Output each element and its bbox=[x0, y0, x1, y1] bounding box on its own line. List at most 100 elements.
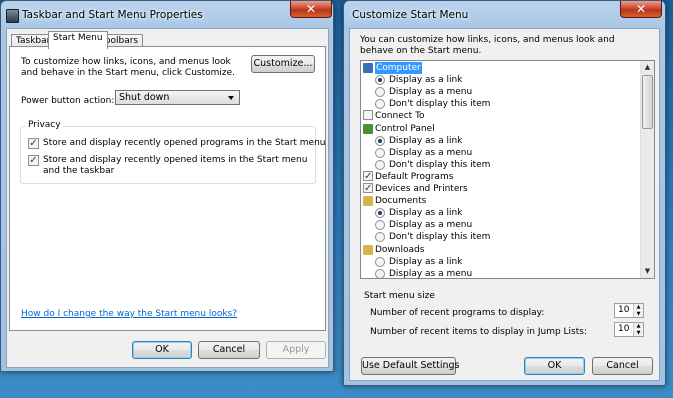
list-item-label: Downloads bbox=[375, 244, 425, 255]
start-menu-size-title: Start menu size bbox=[364, 291, 435, 301]
recent-items-value: 10 bbox=[618, 324, 630, 334]
radio-label: Don't display this item bbox=[389, 159, 491, 170]
vertical-scrollbar[interactable]: ▲ ▼ bbox=[640, 61, 654, 278]
customize-start-menu-window: Customize Start Menu ✕ You can customize… bbox=[343, 0, 666, 386]
radio-button[interactable] bbox=[375, 256, 385, 267]
store-programs-checkbox[interactable]: ✓ bbox=[28, 138, 39, 149]
radio-label: Don't display this item bbox=[389, 99, 491, 110]
checkbox-label: Default Programs bbox=[375, 171, 454, 182]
store-items-label: Store and display recently opened items … bbox=[43, 155, 308, 176]
taskbar-properties-window: Taskbar and Start Menu Properties ✕ Task… bbox=[0, 0, 334, 372]
radio-button[interactable] bbox=[375, 208, 385, 219]
ok-button[interactable]: OK bbox=[524, 357, 585, 375]
radio-button[interactable] bbox=[375, 159, 385, 170]
radio-button[interactable] bbox=[375, 135, 385, 146]
use-default-settings-button[interactable]: Use Default Settings bbox=[361, 357, 459, 375]
list-item-radio[interactable]: Display as a link bbox=[361, 256, 639, 268]
apply-button[interactable]: Apply bbox=[266, 341, 326, 359]
stepper-down-icon[interactable]: ▼ bbox=[633, 311, 643, 317]
radio-label: Display as a menu bbox=[389, 87, 473, 98]
list-item-radio[interactable]: Display as a menu bbox=[361, 268, 639, 279]
start-menu-items-list[interactable]: Computer Display as a link Display as a me… bbox=[360, 60, 655, 279]
radio-label: Don't display this item bbox=[389, 232, 491, 243]
radio-button[interactable] bbox=[375, 268, 385, 278]
scroll-down-icon[interactable]: ▼ bbox=[641, 265, 654, 278]
radio-label: Display as a link bbox=[389, 256, 463, 267]
scroll-up-icon[interactable]: ▲ bbox=[641, 61, 654, 74]
radio-label: Display as a link bbox=[389, 208, 463, 219]
checkbox[interactable]: ✓ bbox=[363, 183, 373, 194]
control-panel-icon bbox=[363, 123, 373, 134]
list-item-radio[interactable]: Display as a link bbox=[361, 74, 639, 86]
power-button-value: Shut down bbox=[119, 92, 170, 103]
radio-label: Display as a link bbox=[389, 135, 463, 146]
radio-label: Display as a menu bbox=[389, 147, 473, 158]
cancel-button[interactable]: Cancel bbox=[592, 357, 653, 375]
list-item-label: Control Panel bbox=[375, 123, 435, 134]
list-item-header[interactable]: Downloads bbox=[361, 244, 639, 256]
stepper-down-icon[interactable]: ▼ bbox=[633, 330, 643, 336]
close-button[interactable]: ✕ bbox=[290, 1, 332, 18]
power-button-label: Power button action: bbox=[21, 96, 115, 106]
radio-button[interactable] bbox=[375, 147, 385, 158]
privacy-group: Privacy ✓ Store and display recently ope… bbox=[20, 120, 326, 184]
power-button-select[interactable]: Shut down bbox=[115, 90, 240, 105]
window-title: Customize Start Menu bbox=[352, 9, 469, 21]
cancel-button[interactable]: Cancel bbox=[198, 341, 260, 359]
tab-start-menu[interactable]: Start Menu bbox=[48, 31, 108, 49]
radio-button[interactable] bbox=[375, 232, 385, 243]
start-menu-tab-panel: To customize how links, icons, and menus… bbox=[9, 46, 326, 331]
checkbox[interactable] bbox=[363, 110, 373, 121]
checkbox-label: Connect To bbox=[375, 111, 425, 122]
list-item-checkbox[interactable]: ✓ Default Programs bbox=[361, 170, 639, 183]
customize-button[interactable]: Customize... bbox=[251, 55, 315, 73]
radio-label: Display as a link bbox=[389, 75, 463, 86]
chevron-down-icon bbox=[228, 96, 234, 100]
list-item-radio[interactable]: Display as a link bbox=[361, 207, 639, 219]
checkbox[interactable]: ✓ bbox=[363, 170, 373, 181]
radio-label: Display as a menu bbox=[389, 268, 473, 279]
radio-button[interactable] bbox=[375, 99, 385, 110]
title-bar[interactable]: Taskbar and Start Menu Properties ✕ bbox=[1, 1, 333, 29]
close-button[interactable]: ✕ bbox=[620, 1, 662, 18]
recent-programs-value: 10 bbox=[618, 305, 630, 315]
privacy-group-title: Privacy bbox=[26, 120, 63, 130]
store-programs-label: Store and display recently opened progra… bbox=[43, 138, 326, 148]
radio-button[interactable] bbox=[375, 220, 385, 231]
list-item-radio[interactable]: Display as a menu bbox=[361, 86, 639, 98]
list-item-header[interactable]: Control Panel bbox=[361, 123, 639, 135]
recent-items-stepper[interactable]: 10 ▲ ▼ bbox=[614, 322, 644, 337]
documents-icon bbox=[363, 196, 373, 207]
radio-button[interactable] bbox=[375, 87, 385, 98]
list-item-radio[interactable]: Display as a menu bbox=[361, 147, 639, 159]
recent-programs-stepper[interactable]: 10 ▲ ▼ bbox=[614, 303, 644, 318]
list-item-radio[interactable]: Don't display this item bbox=[361, 231, 639, 243]
downloads-icon bbox=[363, 244, 373, 255]
customize-description: To customize how links, icons, and menus… bbox=[21, 57, 236, 78]
list-item-label: Documents bbox=[375, 196, 427, 207]
title-bar[interactable]: Customize Start Menu ✕ bbox=[344, 1, 665, 29]
checkbox-label: Devices and Printers bbox=[375, 184, 468, 194]
list-item-radio[interactable]: Don't display this item bbox=[361, 159, 639, 171]
stepper-up-icon[interactable]: ▲ bbox=[633, 304, 643, 310]
stepper-up-icon[interactable]: ▲ bbox=[633, 323, 643, 329]
computer-icon bbox=[363, 63, 373, 73]
recent-items-label: Number of recent items to display in Jum… bbox=[370, 327, 587, 337]
recent-programs-label: Number of recent programs to display: bbox=[370, 308, 545, 318]
list-item-radio[interactable]: Display as a menu bbox=[361, 219, 639, 231]
list-item-checkbox[interactable]: Connect To bbox=[361, 110, 639, 122]
store-items-checkbox[interactable]: ✓ bbox=[28, 155, 39, 166]
taskbar-app-icon bbox=[6, 9, 19, 23]
intro-text: You can customize how links, icons, and … bbox=[360, 35, 615, 56]
list-item-radio[interactable]: Don't display this item bbox=[361, 98, 639, 110]
ok-button[interactable]: OK bbox=[132, 341, 192, 359]
radio-label: Display as a menu bbox=[389, 220, 473, 231]
list-item-header[interactable]: Computer bbox=[361, 62, 639, 74]
list-item-checkbox[interactable]: ✓ Devices and Printers bbox=[361, 183, 639, 195]
list-item-radio[interactable]: Display as a link bbox=[361, 135, 639, 147]
scrollbar-thumb[interactable] bbox=[642, 75, 653, 129]
list-item-header[interactable]: Documents bbox=[361, 195, 639, 207]
radio-button[interactable] bbox=[375, 75, 385, 86]
help-link[interactable]: How do I change the way the Start menu l… bbox=[21, 309, 237, 319]
list-item-label: Computer bbox=[375, 62, 422, 74]
